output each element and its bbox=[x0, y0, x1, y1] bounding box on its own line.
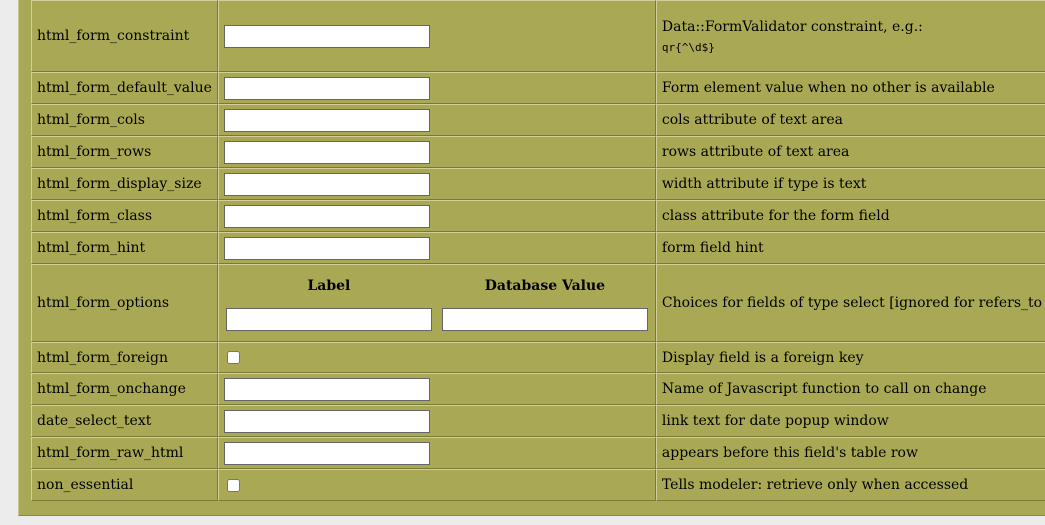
row-description: width attribute if type is text bbox=[655, 168, 1045, 200]
table-row: html_form_raw_html appears before this f… bbox=[31, 437, 1045, 469]
row-description: Display field is a foreign key bbox=[655, 342, 1045, 373]
option-label-input[interactable] bbox=[225, 308, 432, 331]
row-description: Form element value when no other is avai… bbox=[655, 72, 1045, 104]
option-database-value-input[interactable] bbox=[441, 308, 648, 331]
options-editor: Label Database Value bbox=[224, 275, 650, 331]
constraint-example-code: qr{^\d$} bbox=[661, 40, 715, 54]
table-row: html_form_cols cols attribute of text ar… bbox=[31, 104, 1045, 136]
html-form-onchange-input[interactable] bbox=[223, 377, 430, 401]
row-label: html_form_constraint bbox=[31, 0, 218, 72]
table-row: non_essential Tells modeler: retrieve on… bbox=[31, 469, 1045, 501]
row-label: date_select_text bbox=[31, 405, 218, 437]
date-select-text-input[interactable] bbox=[223, 409, 430, 433]
row-label: html_form_cols bbox=[31, 104, 218, 136]
row-label: html_form_class bbox=[31, 200, 218, 232]
table-row: html_form_default_value Form element val… bbox=[31, 72, 1045, 104]
row-label: html_form_raw_html bbox=[31, 437, 218, 469]
row-label: html_form_rows bbox=[31, 136, 218, 168]
row-label: html_form_foreign bbox=[31, 342, 218, 373]
html-form-class-input[interactable] bbox=[223, 204, 430, 228]
field-properties-panel: html_form_constraint Data::FormValidator… bbox=[18, 0, 1045, 516]
non-essential-checkbox[interactable] bbox=[226, 478, 240, 492]
field-properties-table: html_form_constraint Data::FormValidator… bbox=[31, 0, 1045, 501]
row-description: class attribute for the form field bbox=[655, 200, 1045, 232]
html-form-display-size-input[interactable] bbox=[223, 172, 430, 196]
table-row: html_form_onchange Name of Javascript fu… bbox=[31, 373, 1045, 405]
row-label: html_form_display_size bbox=[31, 168, 218, 200]
row-description: cols attribute of text area bbox=[655, 104, 1045, 136]
row-label: non_essential bbox=[31, 469, 218, 501]
row-description: link text for date popup window bbox=[655, 405, 1045, 437]
table-row: html_form_options Label Database Value C… bbox=[31, 264, 1045, 342]
row-description: Data::FormValidator constraint, e.g.: bbox=[661, 18, 923, 35]
options-db-value-column-header: Database Value bbox=[484, 278, 606, 294]
row-description: Tells modeler: retrieve only when access… bbox=[655, 469, 1045, 501]
table-row: html_form_foreign Display field is a for… bbox=[31, 342, 1045, 373]
row-description: appears before this field's table row bbox=[655, 437, 1045, 469]
row-description: rows attribute of text area bbox=[655, 136, 1045, 168]
row-label: html_form_options bbox=[31, 264, 218, 342]
html-form-foreign-checkbox[interactable] bbox=[226, 351, 240, 364]
row-label: html_form_onchange bbox=[31, 373, 218, 405]
table-row: html_form_constraint Data::FormValidator… bbox=[31, 0, 1045, 72]
table-row: date_select_text link text for date popu… bbox=[31, 405, 1045, 437]
options-label-column-header: Label bbox=[307, 278, 351, 294]
html-form-default-value-input[interactable] bbox=[223, 76, 430, 100]
table-row: html_form_rows rows attribute of text ar… bbox=[31, 136, 1045, 168]
row-label: html_form_default_value bbox=[31, 72, 218, 104]
html-form-hint-input[interactable] bbox=[223, 236, 430, 260]
html-form-cols-input[interactable] bbox=[223, 108, 430, 132]
html-form-constraint-input[interactable] bbox=[223, 24, 430, 48]
table-row: html_form_display_size width attribute i… bbox=[31, 168, 1045, 200]
row-description: form field hint bbox=[655, 232, 1045, 264]
row-label: html_form_hint bbox=[31, 232, 218, 264]
row-description: Name of Javascript function to call on c… bbox=[655, 373, 1045, 405]
row-description: Choices for fields of type select [ignor… bbox=[655, 264, 1045, 342]
html-form-rows-input[interactable] bbox=[223, 140, 430, 164]
table-row: html_form_class class attribute for the … bbox=[31, 200, 1045, 232]
page-frame: html_form_constraint Data::FormValidator… bbox=[0, 0, 1045, 525]
html-form-raw-html-input[interactable] bbox=[223, 441, 430, 465]
table-row: html_form_hint form field hint bbox=[31, 232, 1045, 264]
